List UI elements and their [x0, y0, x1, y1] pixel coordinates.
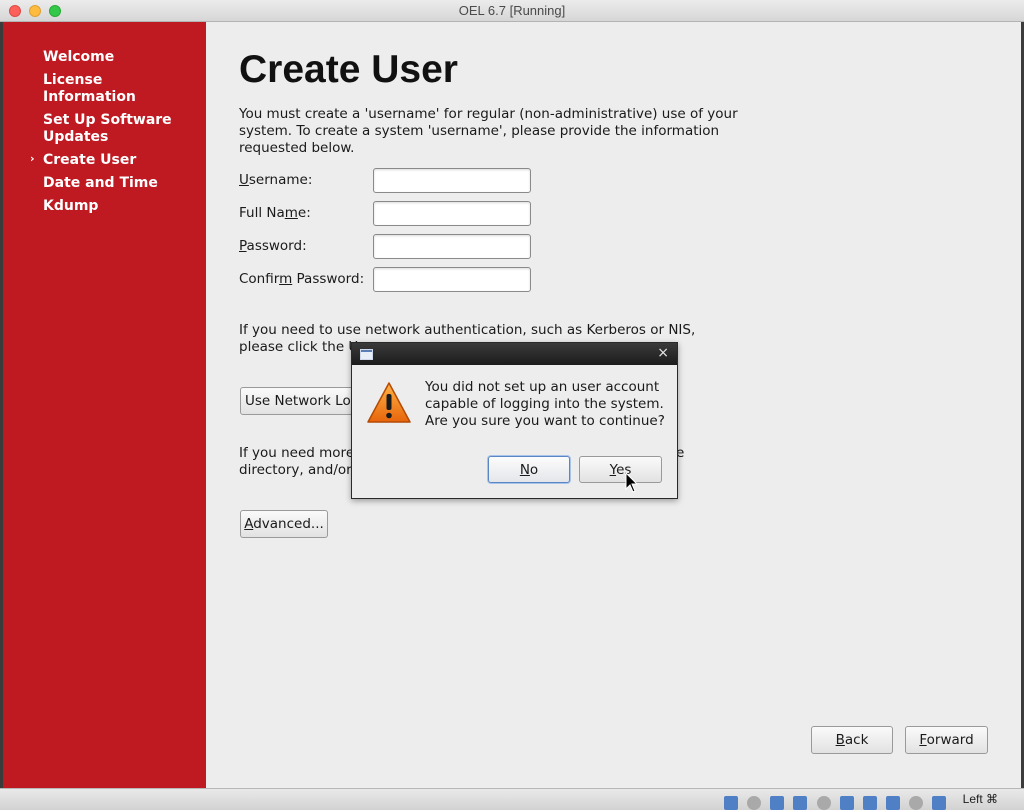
password-input[interactable]	[373, 234, 531, 259]
close-window-button[interactable]	[9, 5, 21, 17]
zoom-window-button[interactable]	[49, 5, 61, 17]
host-key-label: Left ⌘	[962, 792, 998, 806]
dialog-close-icon[interactable]: ×	[657, 345, 669, 361]
sidebar: › Welcome License Information Set Up Sof…	[3, 22, 206, 788]
mouse-integration-icon[interactable]	[908, 795, 923, 810]
sidebar-item-welcome: Welcome	[43, 49, 115, 65]
window-icon	[360, 349, 373, 360]
audio-icon[interactable]	[747, 795, 762, 810]
full-name-input[interactable]	[373, 201, 531, 226]
intro-text: You must create a 'username' for regular…	[239, 106, 738, 156]
page-title: Create User	[239, 48, 458, 91]
username-label: Username:	[239, 172, 313, 188]
current-step-marker-icon: ›	[30, 152, 35, 165]
advanced-button[interactable]: Advanced...	[240, 510, 328, 538]
status-icons	[720, 792, 946, 810]
sidebar-item-license-information: License Information	[43, 72, 136, 105]
shared-folder-icon[interactable]	[816, 795, 831, 810]
sidebar-item-date-and-time: Date and Time	[43, 175, 158, 191]
forward-button[interactable]: Forward	[905, 726, 988, 754]
mouse-pointer-icon	[625, 472, 639, 493]
username-input[interactable]	[373, 168, 531, 193]
confirm-password-label: Confirm Password:	[239, 271, 365, 287]
cpu-icon[interactable]	[885, 795, 900, 810]
full-name-label: Full Name:	[239, 205, 311, 221]
sidebar-item-kdump: Kdump	[43, 198, 99, 214]
vm-status-bar: Left ⌘	[0, 788, 1024, 810]
window-titlebar: OEL 6.7 [Running]	[0, 0, 1024, 22]
window-title: OEL 6.7 [Running]	[458, 3, 566, 18]
dialog-message: You did not set up an user account capab…	[425, 379, 665, 429]
video-capture-icon[interactable]	[862, 795, 877, 810]
network-icon[interactable]	[770, 795, 785, 810]
usb-icon[interactable]	[793, 795, 808, 810]
warning-icon	[367, 382, 411, 423]
confirm-password-input[interactable]	[373, 267, 531, 292]
dialog-titlebar: ×	[352, 343, 677, 365]
back-button[interactable]: Back	[811, 726, 893, 754]
optical-drive-icon[interactable]	[724, 795, 739, 810]
keyboard-capture-icon[interactable]	[932, 795, 946, 810]
yes-button[interactable]: Yes	[579, 456, 662, 483]
no-button[interactable]: No	[488, 456, 570, 483]
password-label: Password:	[239, 238, 307, 254]
minimize-window-button[interactable]	[29, 5, 41, 17]
sidebar-item-create-user: Create User	[43, 152, 137, 168]
more-info-text-fragment: e	[676, 445, 685, 461]
sidebar-item-software-updates: Set Up Software Updates	[43, 112, 172, 145]
display-icon[interactable]	[839, 795, 854, 810]
vm-screen: › Welcome License Information Set Up Sof…	[3, 22, 1021, 788]
